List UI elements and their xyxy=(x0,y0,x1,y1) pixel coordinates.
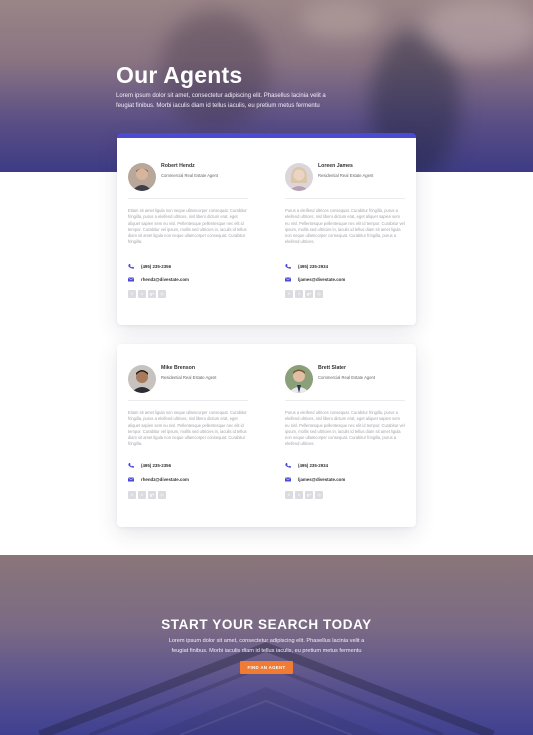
phone-number: (495) 235-2356 xyxy=(141,463,172,468)
social-links: f t g+ ◎ xyxy=(128,491,166,499)
hero-background-flowers xyxy=(420,0,533,60)
agent-bio: Purus a eleifend ultrices consequat. Cur… xyxy=(285,208,405,245)
email-address: ljames@divestate.com xyxy=(298,477,346,482)
agent-phone[interactable]: (495) 235-2934 xyxy=(285,263,405,271)
hero-background-flowers xyxy=(300,0,380,40)
phone-icon xyxy=(128,264,134,269)
envelope-icon xyxy=(285,277,291,282)
divider xyxy=(285,198,405,199)
agents-card: Robert Hendz Commercial Real Estate Agen… xyxy=(117,133,416,325)
agent-phone[interactable]: (495) 235-2934 xyxy=(285,462,405,470)
google-plus-icon[interactable]: g+ xyxy=(305,491,313,499)
twitter-icon[interactable]: t xyxy=(138,491,146,499)
twitter-icon[interactable]: t xyxy=(138,290,146,298)
hero-description: Lorem ipsum dolor sit amet, consectetur … xyxy=(116,93,326,109)
instagram-icon[interactable]: ◎ xyxy=(315,290,323,298)
phone-icon xyxy=(285,463,291,468)
man-portrait-icon xyxy=(128,365,156,393)
instagram-icon[interactable]: ◎ xyxy=(158,491,166,499)
agents-card: Mike Brenson Residential Real Estate Age… xyxy=(117,344,416,527)
instagram-icon[interactable]: ◎ xyxy=(158,290,166,298)
agent-role: Residential Real Estate Agent xyxy=(318,173,374,178)
agent-email[interactable]: rhendz@divestate.com xyxy=(128,476,248,484)
agent-email[interactable]: ljames@divestate.com xyxy=(285,476,405,484)
agent-bio: Etiam sit amet ligula non neque ullamcor… xyxy=(128,208,247,245)
find-agent-button[interactable]: FIND AN AGENT xyxy=(240,661,293,674)
phone-number: (495) 235-2356 xyxy=(141,264,172,269)
agent-role: Commercial Real Estate Agent xyxy=(161,173,219,178)
twitter-icon[interactable]: t xyxy=(295,491,303,499)
man-portrait-icon xyxy=(285,365,313,393)
phone-number: (495) 235-2934 xyxy=(298,463,329,468)
envelope-icon xyxy=(285,477,291,482)
agent-role: Residential Real Estate Agent xyxy=(161,375,217,380)
social-links: f t g+ ◎ xyxy=(285,491,323,499)
social-links: f t g+ ◎ xyxy=(128,290,166,298)
facebook-icon[interactable]: f xyxy=(285,491,293,499)
agent-bio: Purus a eleifend ultrices consequat. Cur… xyxy=(285,410,405,447)
facebook-icon[interactable]: f xyxy=(128,290,136,298)
page-title: Our Agents xyxy=(116,62,243,88)
agent-name: Brett Slater xyxy=(318,365,346,371)
facebook-icon[interactable]: f xyxy=(285,290,293,298)
woman-portrait-icon xyxy=(285,163,313,191)
agent-email[interactable]: rhendz@divestate.com xyxy=(128,276,248,284)
facebook-icon[interactable]: f xyxy=(128,491,136,499)
cta-description: Lorem ipsum dolor sit amet, consectetur … xyxy=(168,638,365,654)
phone-icon xyxy=(285,264,291,269)
divider xyxy=(128,198,248,199)
man-portrait-icon xyxy=(128,163,156,191)
google-plus-icon[interactable]: g+ xyxy=(148,290,156,298)
phone-number: (495) 235-2934 xyxy=(298,264,329,269)
agent-role: Commercial Real Estate Agent xyxy=(318,375,376,380)
twitter-icon[interactable]: t xyxy=(295,290,303,298)
email-address: rhendz@divestate.com xyxy=(141,277,189,282)
cta-title: START YOUR SEARCH TODAY xyxy=(161,617,372,632)
instagram-icon[interactable]: ◎ xyxy=(315,491,323,499)
divider xyxy=(285,400,405,401)
agent-name: Mike Brenson xyxy=(161,365,196,371)
agent-phone[interactable]: (495) 235-2356 xyxy=(128,462,248,470)
envelope-icon xyxy=(128,477,134,482)
google-plus-icon[interactable]: g+ xyxy=(148,491,156,499)
email-address: ljames@divestate.com xyxy=(298,277,346,282)
agent-phone[interactable]: (495) 235-2356 xyxy=(128,263,248,271)
agent-name: Robert Hendz xyxy=(161,163,195,169)
divider xyxy=(128,400,248,401)
cta-section: START YOUR SEARCH TODAY Lorem ipsum dolo… xyxy=(0,555,533,735)
phone-icon xyxy=(128,463,134,468)
agent-email[interactable]: ljames@divestate.com xyxy=(285,276,405,284)
agent-name: Loreen James xyxy=(318,163,353,169)
google-plus-icon[interactable]: g+ xyxy=(305,290,313,298)
agent-bio: Etiam sit amet ligula non neque ullamcor… xyxy=(128,410,247,447)
envelope-icon xyxy=(128,277,134,282)
email-address: rhendz@divestate.com xyxy=(141,477,189,482)
social-links: f t g+ ◎ xyxy=(285,290,323,298)
